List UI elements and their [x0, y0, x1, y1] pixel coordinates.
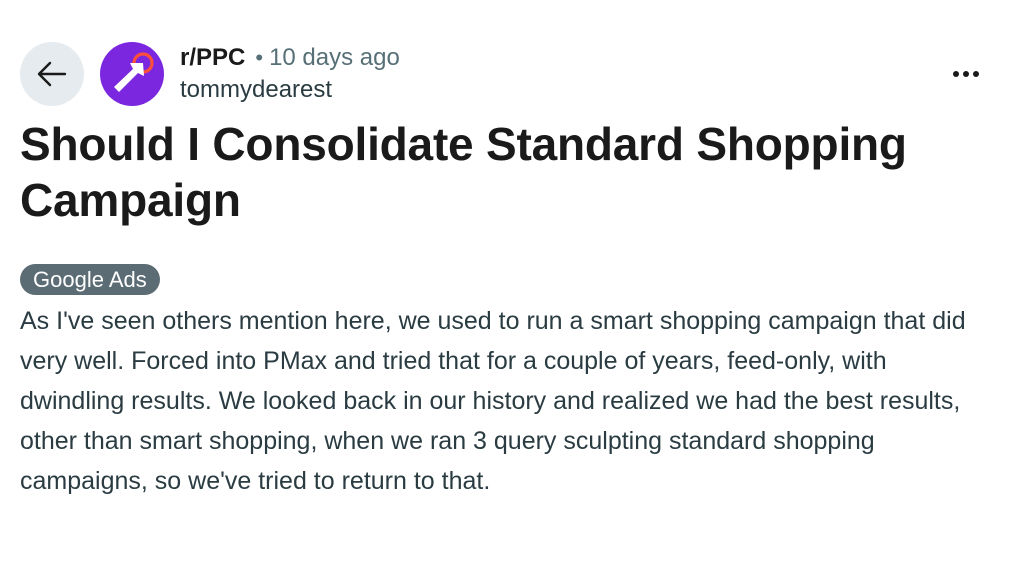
cursor-target-icon	[114, 52, 154, 92]
arrow-left-icon	[37, 61, 67, 87]
more-horizontal-icon	[953, 71, 959, 77]
post-meta: r/PPC • 10 days ago	[180, 44, 400, 72]
back-button[interactable]	[20, 42, 84, 106]
subreddit-link[interactable]: r/PPC	[180, 44, 245, 72]
author-link[interactable]: tommydearest	[180, 76, 332, 104]
subreddit-avatar[interactable]	[100, 42, 164, 106]
post-timestamp: 10 days ago	[269, 44, 400, 71]
post-page: r/PPC • 10 days ago tommydearest Should …	[0, 0, 1014, 562]
overflow-menu-button[interactable]	[944, 56, 988, 92]
post-flair[interactable]: Google Ads	[20, 264, 160, 295]
meta-separator: •	[255, 45, 264, 70]
post-body: As I've seen others mention here, we use…	[20, 307, 966, 495]
post-title: Should I Consolidate Standard Shopping C…	[20, 118, 907, 226]
